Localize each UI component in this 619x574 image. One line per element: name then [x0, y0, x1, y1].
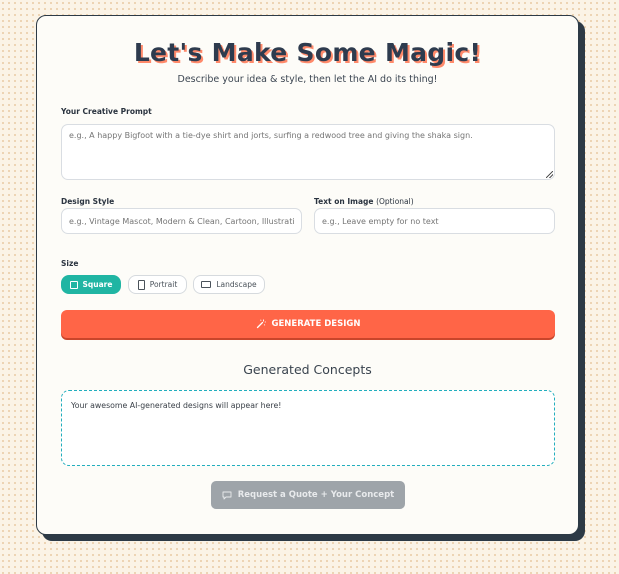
page-subtitle: Describe your idea & style, then let the… [177, 74, 438, 85]
size-portrait-label: Portrait [149, 280, 178, 289]
size-portrait-button[interactable]: Portrait [128, 275, 187, 294]
magic-wand-icon [256, 319, 266, 329]
size-square-button[interactable]: Square [61, 275, 121, 294]
size-label: Size [61, 259, 79, 268]
concepts-empty-text: Your awesome AI-generated designs will a… [71, 401, 282, 410]
text-on-image-input[interactable] [314, 208, 555, 234]
size-landscape-button[interactable]: Landscape [193, 275, 265, 294]
text-on-image-label: Text on Image (Optional) [314, 197, 414, 206]
prompt-label: Your Creative Prompt [61, 107, 152, 116]
optional-label: (Optional) [376, 197, 414, 206]
design-style-label: Design Style [61, 197, 115, 206]
landscape-icon [201, 281, 212, 288]
size-landscape-label: Landscape [216, 280, 257, 289]
portrait-icon [137, 279, 145, 290]
design-style-input[interactable] [61, 208, 302, 234]
design-form-card: Let's Make Some Magic! Describe your ide… [36, 15, 579, 535]
square-icon [69, 280, 78, 289]
prompt-textarea[interactable] [61, 124, 555, 180]
chat-bubble-icon [222, 491, 232, 499]
resize-handle[interactable] [546, 171, 553, 178]
generate-design-label: GENERATE DESIGN [271, 319, 361, 329]
generated-concepts-box: Your awesome AI-generated designs will a… [61, 390, 555, 466]
generate-design-button[interactable]: GENERATE DESIGN [61, 310, 555, 338]
generated-concepts-title: Generated Concepts [243, 362, 372, 377]
request-quote-button[interactable]: Request a Quote + Your Concept [211, 481, 405, 509]
page-title: Let's Make Some Magic! [133, 38, 482, 67]
request-quote-label: Request a Quote + Your Concept [237, 490, 395, 500]
size-square-label: Square [82, 280, 113, 289]
text-on-image-label-text: Text on Image [314, 197, 374, 206]
